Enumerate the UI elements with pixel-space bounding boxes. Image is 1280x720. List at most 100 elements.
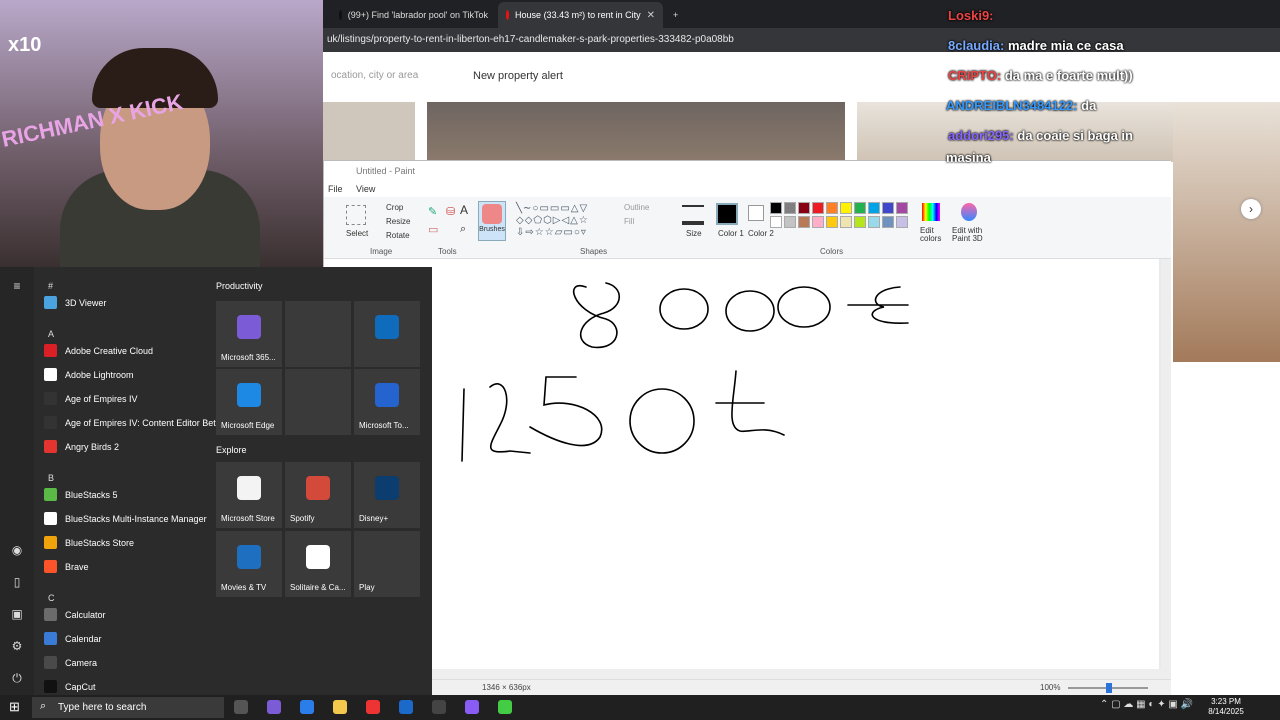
start-tile[interactable]: Microsoft Edge	[216, 369, 282, 435]
letter-header[interactable]: C	[48, 593, 55, 603]
browser-icon[interactable]	[366, 700, 380, 714]
palette-swatch[interactable]	[826, 202, 838, 214]
app-list-item[interactable]: BlueStacks 5	[44, 488, 118, 501]
palette-swatch[interactable]	[882, 216, 894, 228]
palette-swatch[interactable]	[868, 216, 880, 228]
start-tile[interactable]	[285, 301, 351, 367]
picture-icon[interactable]: ▣	[10, 607, 24, 621]
property-alert-link[interactable]: New property alert	[473, 70, 563, 82]
zoom-slider-thumb[interactable]	[1106, 683, 1112, 693]
brushes-button[interactable]: Brushes	[478, 201, 506, 241]
size-button[interactable]: Size	[686, 229, 702, 238]
start-tile[interactable]: Movies & TV	[216, 531, 282, 597]
app-list-item[interactable]: Age of Empires IV: Content Editor Beta	[44, 416, 221, 429]
color1-swatch[interactable]	[716, 203, 738, 225]
app-list-item[interactable]: 3D Viewer	[44, 296, 106, 309]
discord-icon[interactable]	[465, 700, 479, 714]
pencil-icon[interactable]: ✎	[428, 205, 437, 218]
clock[interactable]: 3:23 PM 8/14/2025	[1204, 697, 1248, 717]
rotate-button[interactable]: Rotate	[386, 231, 410, 240]
eraser-icon[interactable]: ▭	[428, 223, 438, 236]
palette-swatch[interactable]	[770, 216, 782, 228]
file-explorer-icon[interactable]	[333, 700, 347, 714]
listing-photo[interactable]	[427, 102, 845, 162]
copilot-icon[interactable]	[300, 700, 314, 714]
palette-swatch[interactable]	[798, 202, 810, 214]
menu-icon[interactable]: ≡	[10, 279, 24, 293]
palette-swatch[interactable]	[882, 202, 894, 214]
fill-button[interactable]: Fill	[624, 217, 634, 226]
listing-photo[interactable]	[1173, 102, 1280, 362]
palette-swatch[interactable]	[826, 216, 838, 228]
letter-header[interactable]: B	[48, 473, 54, 483]
windows-start-icon[interactable]: ⊞	[9, 700, 23, 714]
steam-icon[interactable]	[399, 700, 413, 714]
tab-tiktok[interactable]: (99+) Find 'labrador pool' on TikTok	[331, 2, 496, 28]
palette-swatch[interactable]	[770, 202, 782, 214]
start-tile[interactable]	[354, 301, 420, 367]
magnifier-icon[interactable]: ⌕	[460, 223, 466, 236]
palette-swatch[interactable]	[840, 216, 852, 228]
tab-view[interactable]: View	[356, 184, 375, 194]
location-search-input[interactable]: ocation, city or area	[331, 70, 418, 81]
drawing-canvas[interactable]	[324, 259, 1159, 669]
vertical-scrollbar[interactable]	[1161, 259, 1171, 679]
select-button[interactable]: Select	[346, 229, 368, 238]
app-list-item[interactable]: Adobe Creative Cloud	[44, 344, 153, 357]
palette-swatch[interactable]	[784, 216, 796, 228]
gear-icon[interactable]: ⚙	[10, 639, 24, 653]
palette-swatch[interactable]	[896, 202, 908, 214]
palette-swatch[interactable]	[840, 202, 852, 214]
start-tile[interactable]: Spotify	[285, 462, 351, 528]
color1-button[interactable]: Color 1	[718, 229, 744, 238]
app-list-item[interactable]: BlueStacks Multi-Instance Manager	[44, 512, 207, 525]
text-icon[interactable]: A	[460, 203, 468, 217]
start-tile[interactable]	[285, 369, 351, 435]
palette-swatch[interactable]	[784, 202, 796, 214]
color2-swatch[interactable]	[748, 205, 764, 221]
new-tab-button[interactable]: +	[665, 2, 685, 28]
edit-paint3d-button[interactable]: Edit with Paint 3D	[952, 227, 992, 243]
outline-button[interactable]: Outline	[624, 203, 649, 212]
start-tile[interactable]: Microsoft 365...	[216, 301, 282, 367]
app-list-item[interactable]: Camera	[44, 656, 97, 669]
start-tile[interactable]: Disney+	[354, 462, 420, 528]
tab-file[interactable]: File	[328, 184, 343, 194]
resize-button[interactable]: Resize	[386, 217, 410, 226]
user-icon[interactable]: ◉	[10, 543, 24, 557]
start-tile[interactable]: Microsoft To...	[354, 369, 420, 435]
app-list-item[interactable]: Age of Empires IV	[44, 392, 138, 405]
document-icon[interactable]: ▯	[10, 575, 24, 589]
app-icon[interactable]	[498, 700, 512, 714]
paint3d-icon[interactable]	[961, 203, 977, 221]
start-tile[interactable]: Play	[354, 531, 420, 597]
edit-colors-icon[interactable]	[922, 203, 940, 221]
address-bar[interactable]: uk/listings/property-to-rent-in-liberton…	[323, 28, 1280, 52]
palette-swatch[interactable]	[868, 202, 880, 214]
tab-house-listing[interactable]: House (33.43 m²) to rent in City ✕	[498, 2, 663, 28]
letter-header[interactable]: #	[48, 281, 53, 291]
shapes-gallery[interactable]: ╲∼○▭▭▭△▽ ◇◇⬠⬡▷◁△☆ ⇩⇨☆☆▱▭○▿	[516, 203, 616, 241]
app-list-item[interactable]: Brave	[44, 560, 89, 573]
m365-icon[interactable]	[267, 700, 281, 714]
chevron-right-icon[interactable]: ›	[1241, 199, 1261, 219]
power-icon[interactable]: ⏻	[10, 671, 24, 685]
edit-colors-button[interactable]: Edit colors	[920, 227, 944, 243]
palette-swatch[interactable]	[812, 202, 824, 214]
fill-bucket-icon[interactable]: ⛁	[446, 205, 455, 218]
taskbar-search-input[interactable]: Type here to search	[32, 697, 224, 718]
palette-swatch[interactable]	[896, 216, 908, 228]
horizontal-scrollbar[interactable]	[324, 669, 1161, 679]
listing-photo[interactable]	[323, 102, 415, 162]
app-list-item[interactable]: Calendar	[44, 632, 102, 645]
system-tray[interactable]: ⌃ ▢ ☁ ▦ ◐ ✦ ▣ 🔊	[1100, 699, 1193, 710]
crop-button[interactable]: Crop	[386, 203, 403, 212]
app-list-item[interactable]: BlueStacks Store	[44, 536, 134, 549]
app-list-item[interactable]: CapCut	[44, 680, 96, 693]
app-list-item[interactable]: Adobe Lightroom	[44, 368, 134, 381]
palette-swatch[interactable]	[798, 216, 810, 228]
zoom-slider[interactable]	[1068, 683, 1148, 693]
task-view-icon[interactable]	[234, 700, 248, 714]
app-list-item[interactable]: Angry Birds 2	[44, 440, 119, 453]
start-tile[interactable]: Microsoft Store	[216, 462, 282, 528]
